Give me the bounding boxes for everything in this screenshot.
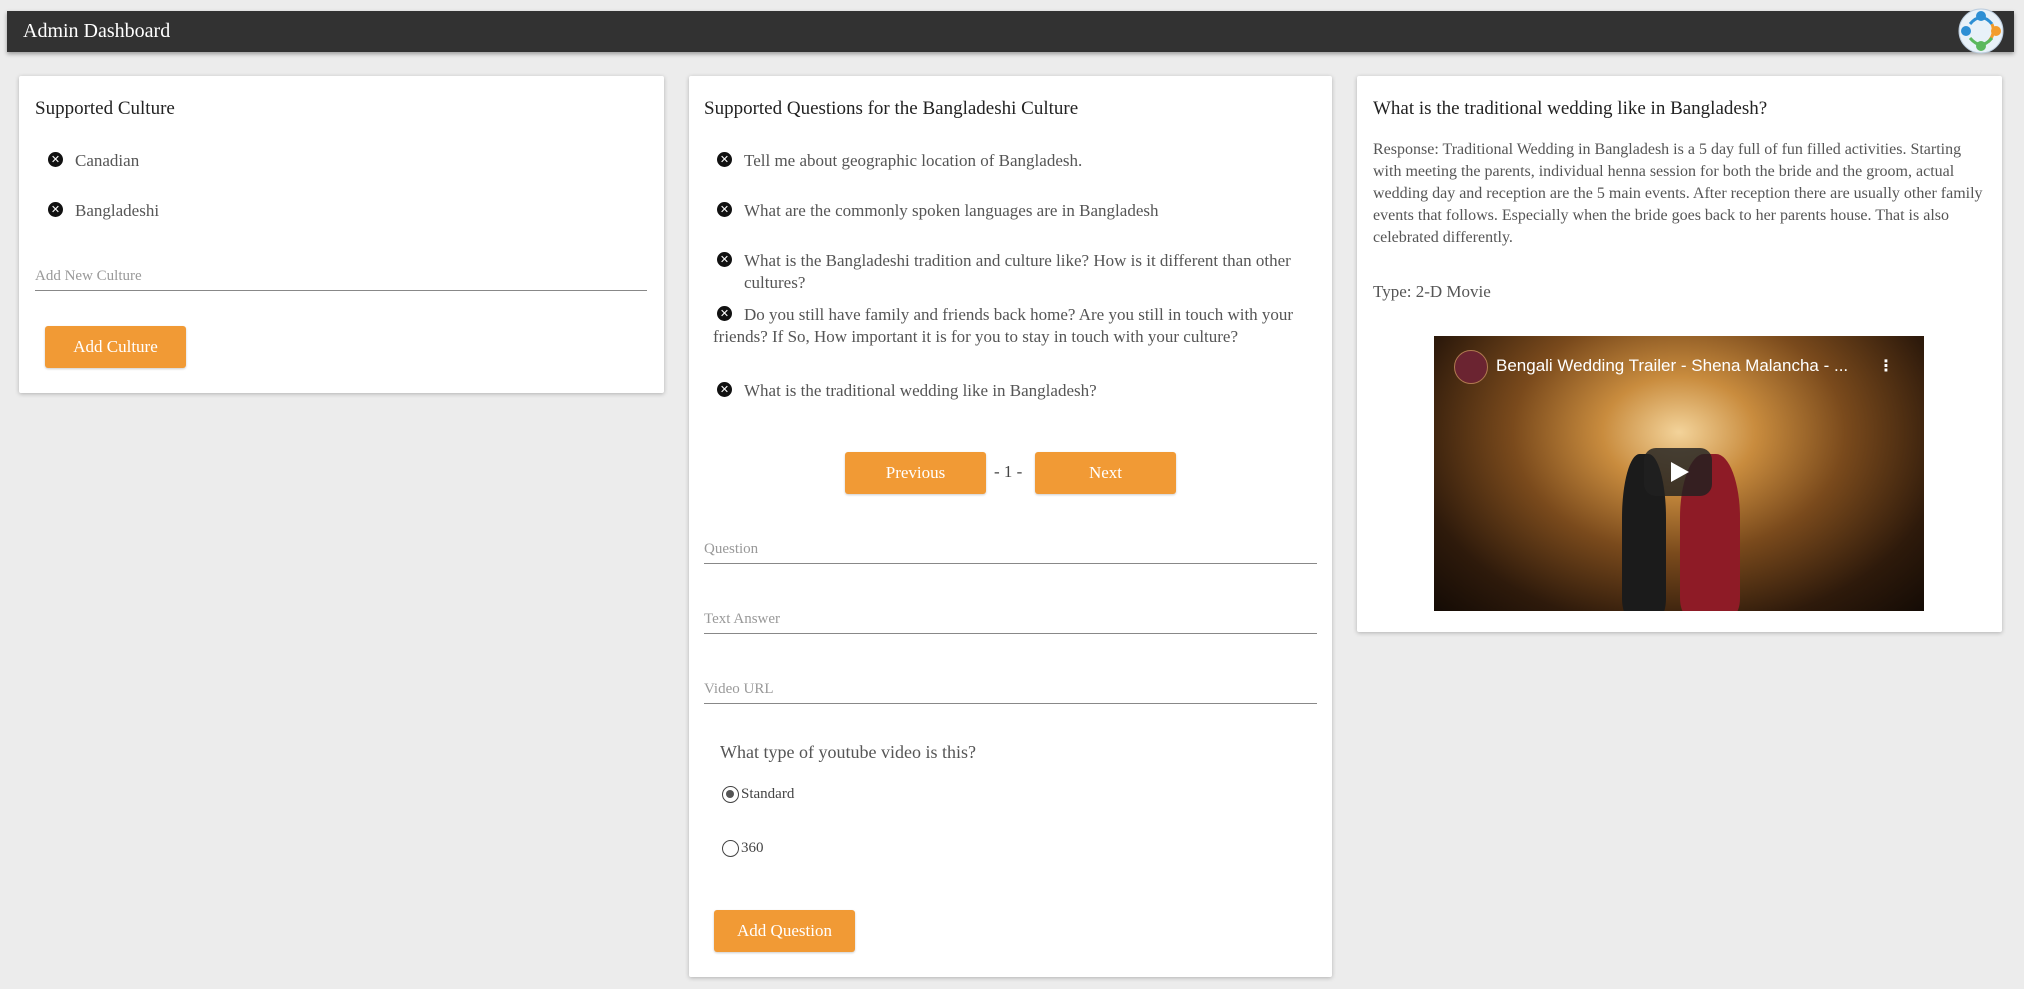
video-type-question: What type of youtube video is this? [720, 742, 976, 762]
question-text: What are the commonly spoken languages a… [744, 201, 1159, 220]
radio-label: 360 [741, 840, 764, 856]
play-icon[interactable] [1644, 448, 1712, 496]
question-field [704, 535, 1317, 564]
question-text: Do you still have family and friends bac… [713, 305, 1294, 346]
question-text: What is the Bangladeshi tradition and cu… [744, 251, 1291, 292]
video-type-text: Type: 2-D Movie [1373, 282, 1491, 301]
add-culture-button[interactable]: Add Culture [45, 326, 186, 368]
answer-field [704, 605, 1317, 634]
questions-card: Supported Questions for the Bangladeshi … [689, 76, 1332, 977]
page-indicator: - 1 - [994, 462, 1023, 481]
remove-question-icon[interactable]: ✕ [717, 252, 732, 267]
video-url-input[interactable] [704, 681, 1317, 698]
add-question-button[interactable]: Add Question [714, 910, 855, 952]
question-detail-card: What is the traditional wedding like in … [1357, 76, 2002, 632]
questions-card-title: Supported Questions for the Bangladeshi … [704, 98, 1079, 119]
channel-avatar[interactable] [1454, 350, 1488, 384]
360-radio[interactable] [722, 840, 739, 857]
question-input[interactable] [704, 541, 1317, 558]
detail-title: What is the traditional wedding like in … [1373, 98, 1768, 119]
question-text: What is the traditional wedding like in … [744, 381, 1097, 400]
radio-label: Standard [741, 786, 795, 802]
standard-radio[interactable] [722, 786, 739, 803]
previous-page-button[interactable]: Previous [845, 452, 986, 494]
video-title[interactable]: Bengali Wedding Trailer - Shena Malancha… [1496, 356, 1848, 376]
culture-name: Bangladeshi [75, 201, 160, 220]
culture-name: Canadian [75, 151, 140, 170]
remove-culture-icon[interactable]: ✕ [48, 202, 63, 217]
remove-question-icon[interactable]: ✕ [717, 202, 732, 217]
top-app-bar: Admin Dashboard [7, 8, 2014, 54]
text-answer-input[interactable] [704, 611, 1317, 628]
add-culture-input[interactable] [35, 268, 647, 285]
culture-card-title: Supported Culture [35, 98, 175, 119]
app-title: Admin Dashboard [23, 20, 171, 42]
response-text: Response: Traditional Wedding in Banglad… [1373, 141, 1983, 246]
question-text: Tell me about geographic location of Ban… [744, 151, 1083, 170]
add-culture-field [35, 262, 647, 291]
people-circle-logo[interactable] [1956, 6, 2006, 56]
culture-card: Supported Culture ✕ Canadian ✕ Banglades… [19, 76, 664, 393]
remove-question-icon[interactable]: ✕ [717, 152, 732, 167]
next-page-button[interactable]: Next [1035, 452, 1176, 494]
youtube-video-embed[interactable]: Bengali Wedding Trailer - Shena Malancha… [1434, 336, 1924, 611]
remove-culture-icon[interactable]: ✕ [48, 152, 63, 167]
remove-question-icon[interactable]: ✕ [717, 382, 732, 397]
more-vertical-icon[interactable]: ⋮ [1878, 356, 1894, 375]
video-url-field [704, 675, 1317, 704]
